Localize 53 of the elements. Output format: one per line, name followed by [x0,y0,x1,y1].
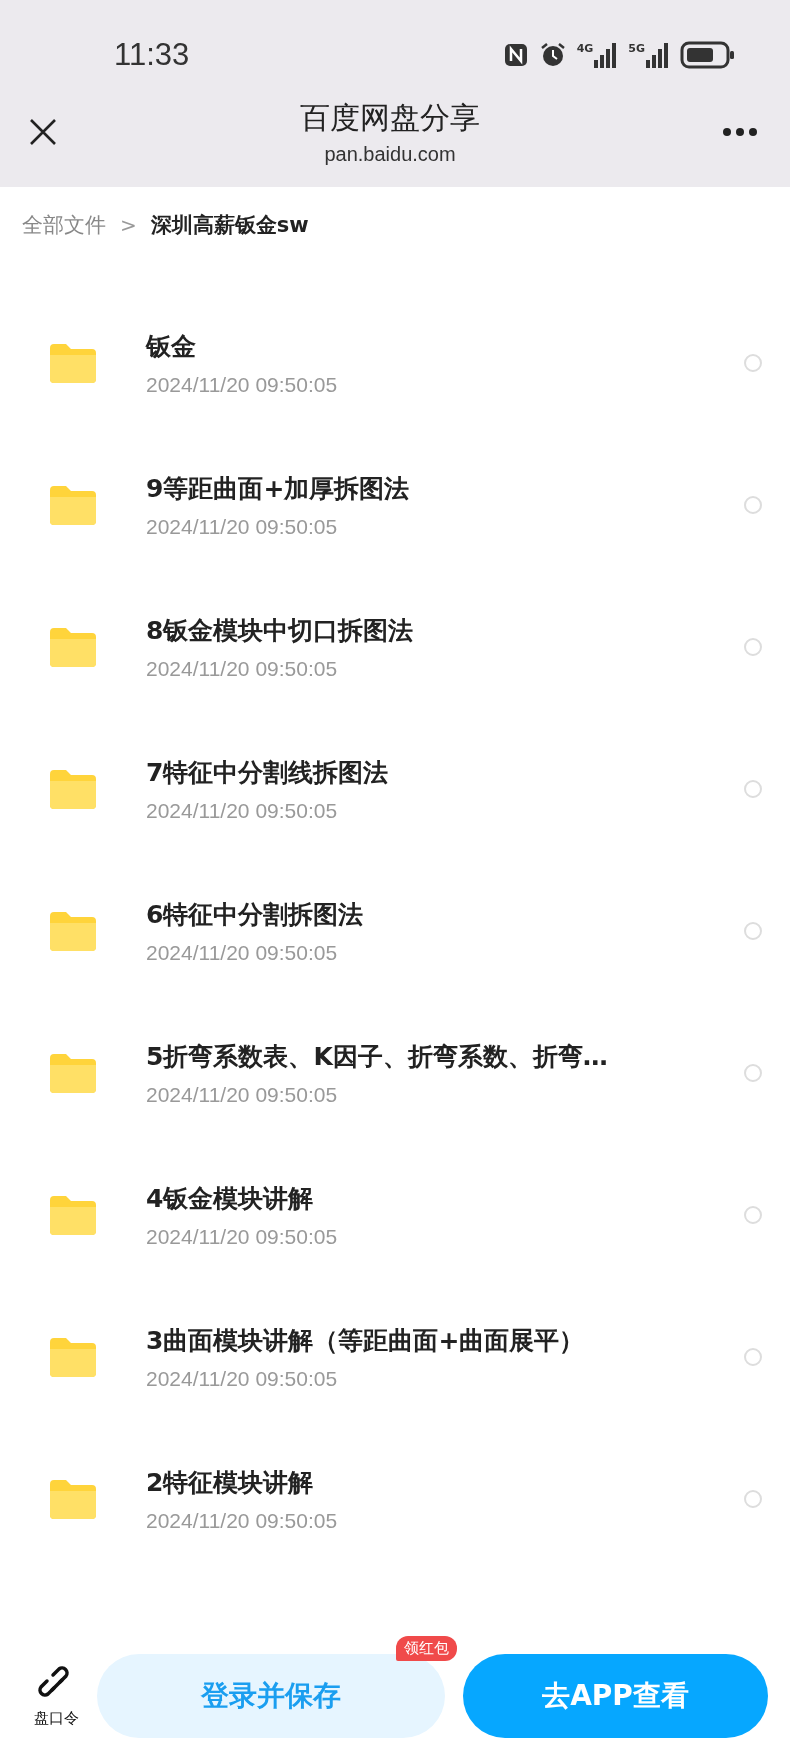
folder-name[interactable]: 8钣金模块中切口拆图法 [146,613,744,647]
folder-name[interactable]: 9等距曲面+加厚拆图法 [146,471,744,505]
folder-icon [50,1479,96,1519]
folder-name[interactable]: 钣金 [146,329,744,363]
folder-icon [50,1337,96,1377]
folder-date: 2024/11/20 09:50:05 [146,940,339,965]
folder-name[interactable]: 4钣金模块讲解 [146,1181,744,1215]
page-url: pan.baidu.com [324,143,456,166]
folder-icon [50,485,96,525]
more-icon [722,127,758,137]
folder-icon [50,1053,96,1093]
select-checkbox[interactable] [744,1206,762,1224]
signal-icon [646,42,670,68]
folder-date: 2024/11/20 09:50:05 [146,514,339,539]
folder-icon [50,627,96,667]
nfc-icon [502,42,529,68]
folder-date: 2024/11/20 09:50:05 [146,1508,339,1533]
folder-name[interactable]: 2特征模块讲解 [146,1465,744,1499]
select-checkbox[interactable] [744,638,762,656]
close-icon [28,117,58,147]
reward-badge: 领红包 [396,1636,457,1661]
select-checkbox[interactable] [744,496,762,514]
folder-date: 2024/11/20 09:50:05 [146,1224,339,1249]
folder-date: 2024/11/20 09:50:05 [146,1082,339,1107]
battery-icon [680,41,736,69]
folder-icon [50,343,96,383]
breadcrumb-item[interactable]: 全部文件 [22,211,106,239]
select-checkbox[interactable] [744,780,762,798]
folder-icon [50,1195,96,1235]
folder-icon [50,911,96,951]
folder-name[interactable]: 3曲面模块讲解（等距曲面+曲面展平） [146,1323,744,1357]
folder-date: 2024/11/20 09:50:05 [146,656,339,681]
folder-date: 2024/11/20 09:50:05 [146,798,339,823]
folder-name[interactable]: 6特征中分割拆图法 [146,897,744,931]
folder-date: 2024/11/20 09:50:05 [146,1366,339,1391]
select-checkbox[interactable] [744,354,762,372]
breadcrumb-separator: > [120,213,137,237]
page-title: 百度网盘分享 [300,99,480,137]
share-code-button[interactable]: 盘口令 [34,1664,79,1728]
select-checkbox[interactable] [744,1490,762,1508]
network-label: 5G [628,42,645,55]
folder-name[interactable]: 7特征中分割线拆图法 [146,755,744,789]
folder-name[interactable]: 5折弯系数表、K因子、折弯系数、折弯… [146,1039,744,1073]
network-label: 4G [576,42,594,55]
signal-icon [594,42,619,68]
folder-date: 2024/11/20 09:50:05 [146,372,339,397]
folder-icon [50,769,96,809]
breadcrumb-item: 深圳高薪钣金sw [150,212,309,239]
select-checkbox[interactable] [744,922,762,940]
status-time: 11:33 [114,37,190,73]
select-checkbox[interactable] [744,1064,762,1082]
share-code-label: 盘口令 [34,1708,79,1728]
select-checkbox[interactable] [744,1348,762,1366]
